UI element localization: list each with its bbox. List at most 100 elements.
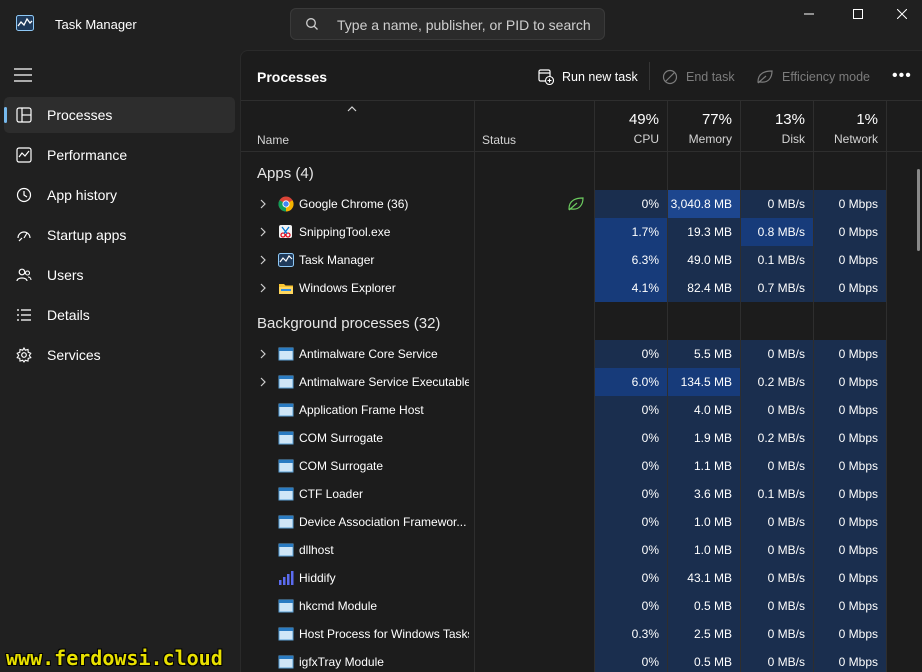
- end-task-button[interactable]: End task: [662, 67, 735, 87]
- memory-cell: 0.5 MB: [668, 648, 740, 672]
- group-header-apps: Apps (4): [257, 165, 314, 182]
- process-list: Apps (4) Google Chrome (36) 0% 3,040.8 M…: [241, 152, 922, 672]
- cpu-cell: 1.7%: [595, 218, 667, 246]
- table-row[interactable]: Host Process for Windows Tasks 0.3% 2.5 …: [241, 620, 913, 648]
- table-row[interactable]: Device Association Framewor... 0% 1.0 MB…: [241, 508, 913, 536]
- efficiency-mode-button[interactable]: Efficiency mode: [756, 67, 870, 87]
- process-name: Windows Explorer: [299, 281, 396, 295]
- column-header-disk[interactable]: 13% Disk: [741, 111, 813, 146]
- process-name: Antimalware Service Executable: [299, 375, 469, 389]
- sidebar-item-label: Services: [47, 347, 101, 363]
- table-row[interactable]: COM Surrogate 0% 1.1 MB 0 MB/s 0 Mbps: [241, 452, 913, 480]
- chevron-right-icon[interactable]: [259, 377, 267, 387]
- disk-cell: 0 MB/s: [741, 508, 813, 536]
- service-window-icon: [278, 431, 294, 445]
- minimize-button[interactable]: [786, 0, 832, 28]
- process-name: Device Association Framewor...: [299, 515, 467, 529]
- memory-cell: 43.1 MB: [668, 564, 740, 592]
- sidebar-item-startup-apps[interactable]: Startup apps: [4, 217, 235, 253]
- column-header-memory[interactable]: 77% Memory: [668, 111, 740, 146]
- disk-cell: 0.2 MB/s: [741, 424, 813, 452]
- chevron-right-icon[interactable]: [259, 199, 267, 209]
- chevron-right-icon[interactable]: [259, 255, 267, 265]
- service-window-icon: [278, 543, 294, 557]
- network-cell: 0 Mbps: [814, 564, 886, 592]
- memory-cell: 0.5 MB: [668, 592, 740, 620]
- disk-label: Disk: [781, 132, 805, 146]
- network-cell: 0 Mbps: [814, 368, 886, 396]
- maximize-button[interactable]: [835, 0, 881, 28]
- column-header-cpu[interactable]: 49% CPU: [595, 111, 667, 146]
- table-row[interactable]: igfxTray Module 0% 0.5 MB 0 MB/s 0 Mbps: [241, 648, 913, 672]
- chevron-right-icon[interactable]: [259, 227, 267, 237]
- sidebar-item-services[interactable]: Services: [4, 337, 235, 373]
- process-name: Google Chrome (36): [299, 197, 409, 211]
- disk-cell: 0.2 MB/s: [741, 368, 813, 396]
- network-cell: 0 Mbps: [814, 480, 886, 508]
- table-row[interactable]: hkcmd Module 0% 0.5 MB 0 MB/s 0 Mbps: [241, 592, 913, 620]
- process-name: hkcmd Module: [299, 599, 378, 613]
- chrome-icon: [278, 196, 294, 212]
- network-cell: 0 Mbps: [814, 508, 886, 536]
- active-indicator: [4, 107, 7, 123]
- search-box[interactable]: Type a name, publisher, or PID to search: [290, 8, 605, 40]
- table-row[interactable]: Task Manager 6.3% 49.0 MB 0.1 MB/s 0 Mbp…: [241, 246, 913, 274]
- column-header-network[interactable]: 1% Network: [814, 111, 886, 146]
- disk-cell: 0 MB/s: [741, 190, 813, 218]
- memory-cell: 1.1 MB: [668, 452, 740, 480]
- cpu-cell: 0.3%: [595, 620, 667, 648]
- table-row[interactable]: dllhost 0% 1.0 MB 0 MB/s 0 Mbps: [241, 536, 913, 564]
- hamburger-menu-icon[interactable]: [14, 68, 32, 82]
- table-row[interactable]: Antimalware Service Executable 6.0% 134.…: [241, 368, 913, 396]
- sidebar-item-details[interactable]: Details: [4, 297, 235, 333]
- folder-icon: [279, 284, 293, 294]
- cpu-cell: 0%: [595, 648, 667, 672]
- sidebar-item-processes[interactable]: Processes: [4, 97, 235, 133]
- search-placeholder[interactable]: Type a name, publisher, or PID to search: [337, 17, 591, 33]
- app-title: Task Manager: [55, 17, 137, 32]
- vertical-scrollbar[interactable]: [917, 169, 920, 251]
- column-header-status[interactable]: Status: [482, 133, 516, 147]
- table-row[interactable]: Antimalware Core Service 0% 5.5 MB 0 MB/…: [241, 340, 913, 368]
- table-row[interactable]: Windows Explorer 4.1% 82.4 MB 0.7 MB/s 0…: [241, 274, 913, 302]
- disk-cell: 0.7 MB/s: [741, 274, 813, 302]
- run-new-task-button[interactable]: Run new task: [538, 67, 638, 87]
- table-row[interactable]: Hiddify 0% 43.1 MB 0 MB/s 0 Mbps: [241, 564, 913, 592]
- chevron-right-icon[interactable]: [259, 349, 267, 359]
- sidebar-item-app-history[interactable]: App history: [4, 177, 235, 213]
- disk-cell: 0 MB/s: [741, 564, 813, 592]
- table-row[interactable]: SnippingTool.exe 1.7% 19.3 MB 0.8 MB/s 0…: [241, 218, 913, 246]
- end-task-label: End task: [686, 70, 735, 84]
- toolbar-divider: [649, 62, 650, 90]
- sidebar: Processes Performance App history Startu…: [0, 50, 240, 672]
- end-task-icon: [662, 69, 678, 85]
- performance-chart-icon: [16, 147, 32, 163]
- table-row[interactable]: Google Chrome (36) 0% 3,040.8 MB 0 MB/s …: [241, 190, 913, 218]
- services-gear-icon: [16, 347, 32, 363]
- sidebar-item-performance[interactable]: Performance: [4, 137, 235, 173]
- close-button[interactable]: [882, 0, 922, 28]
- cpu-cell: 0%: [595, 396, 667, 424]
- process-name: Application Frame Host: [299, 403, 424, 417]
- network-cell: 0 Mbps: [814, 592, 886, 620]
- table-row[interactable]: COM Surrogate 0% 1.9 MB 0.2 MB/s 0 Mbps: [241, 424, 913, 452]
- more-options-button[interactable]: •••: [892, 67, 912, 85]
- memory-cell: 19.3 MB: [668, 218, 740, 246]
- sidebar-item-users[interactable]: Users: [4, 257, 235, 293]
- memory-cell: 3,040.8 MB: [668, 190, 740, 218]
- sidebar-item-label: Details: [47, 307, 90, 323]
- memory-cell: 1.0 MB: [668, 508, 740, 536]
- column-header-name[interactable]: Name: [257, 133, 289, 147]
- network-cell: 0 Mbps: [814, 452, 886, 480]
- disk-cell: 0.8 MB/s: [741, 218, 813, 246]
- service-window-icon: [278, 627, 294, 641]
- process-name: SnippingTool.exe: [299, 225, 391, 239]
- chevron-right-icon[interactable]: [259, 283, 267, 293]
- process-name: COM Surrogate: [299, 431, 384, 445]
- network-cell: 0 Mbps: [814, 396, 886, 424]
- service-window-icon: [278, 487, 294, 501]
- table-row[interactable]: CTF Loader 0% 3.6 MB 0.1 MB/s 0 Mbps: [241, 480, 913, 508]
- task-manager-logo-icon: [16, 15, 34, 31]
- table-header: Name Status 49% CPU 77% Memory 13% Disk …: [241, 101, 922, 152]
- table-row[interactable]: Application Frame Host 0% 4.0 MB 0 MB/s …: [241, 396, 913, 424]
